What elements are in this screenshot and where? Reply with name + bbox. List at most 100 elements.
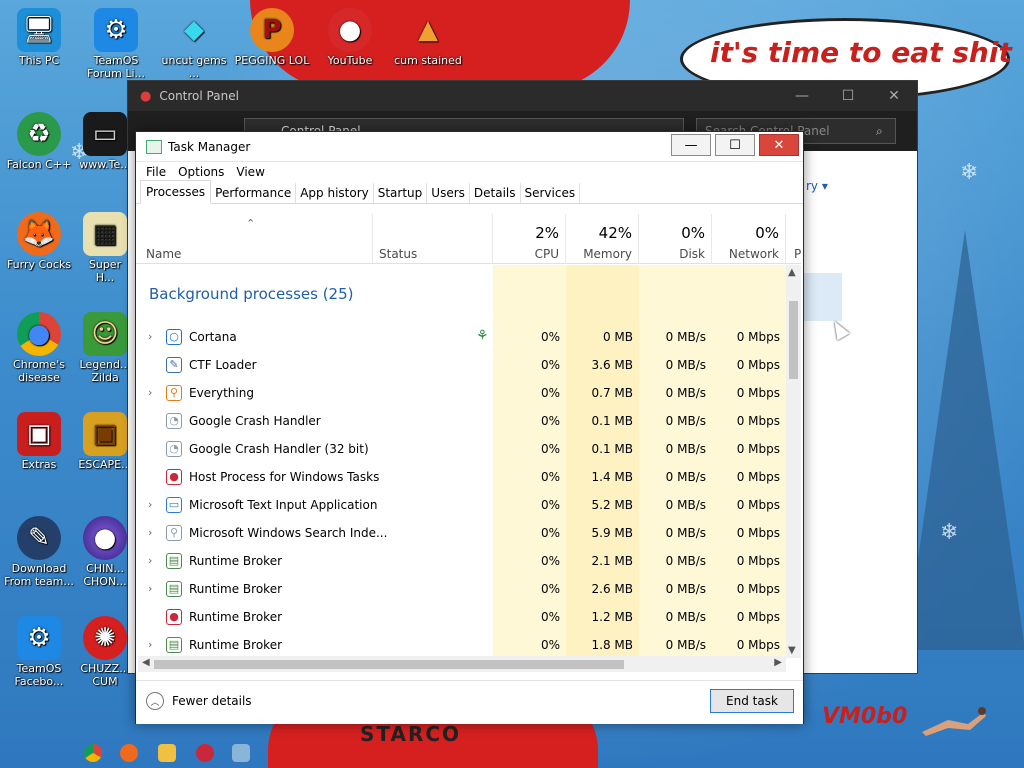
desktop-icon-chrome[interactable]: ● Chrome's disease <box>1 312 77 384</box>
desktop-icon-falcon-cpp[interactable]: ♻ Falcon C++ <box>1 112 77 171</box>
table-row[interactable]: ✎ CTF Loader 0% 3.6 MB 0 MB/s 0 Mbps <box>136 351 786 379</box>
tab-details[interactable]: Details <box>470 183 521 203</box>
column-header-power[interactable]: P <box>786 214 801 264</box>
cpu-total-percent: 2% <box>535 224 559 242</box>
scroll-thumb[interactable] <box>154 660 624 669</box>
pen-icon: ✎ <box>166 357 182 373</box>
table-row[interactable]: › ⚲ Everything 0% 0.7 MB 0 MB/s 0 Mbps <box>136 379 786 407</box>
disk-value: 0 MB/s <box>665 330 706 344</box>
expand-chevron-icon[interactable]: › <box>148 498 152 511</box>
expand-chevron-icon[interactable]: › <box>148 638 152 651</box>
disk-value: 0 MB/s <box>665 442 706 456</box>
table-row[interactable]: › ▤ Runtime Broker 0% 2.6 MB 0 MB/s 0 Mbps <box>136 575 786 603</box>
snowflake-icon: ❄ <box>960 160 979 185</box>
desktop-icon-legend-zilda[interactable]: ☺ Legend... Zilda <box>78 312 132 384</box>
desktop-icon-chuzzle-cum[interactable]: ✺ CHUZZ... CUM <box>78 616 132 688</box>
column-label: P <box>794 247 802 261</box>
column-header-network[interactable]: 0% Network <box>712 214 786 264</box>
scroll-up-icon[interactable]: ▲ <box>788 267 796 278</box>
desktop-icon-www-te[interactable]: ▭ www.Te... <box>78 112 132 171</box>
tab-processes[interactable]: Processes <box>140 180 212 204</box>
end-task-button[interactable]: End task <box>710 689 794 713</box>
close-button[interactable]: ✕ <box>759 134 799 156</box>
expand-chevron-icon[interactable]: › <box>148 582 152 595</box>
scroll-left-icon[interactable]: ◀ <box>142 657 150 668</box>
desktop-icon-cum-stained[interactable]: ▲ cum stained <box>390 8 466 68</box>
table-row[interactable]: › ▤ Runtime Broker 0% 2.1 MB 0 MB/s 0 Mbps <box>136 547 786 575</box>
gear-icon: ⚙ <box>94 8 138 52</box>
desktop-icon-uncut-gems[interactable]: ◆ uncut gems ... <box>156 8 232 81</box>
fewer-details-button[interactable]: ︿ Fewer details <box>146 692 252 710</box>
desktop-icon-youtube[interactable]: ● YouTube <box>312 8 388 67</box>
view-by-link[interactable]: ry ▾ <box>806 179 828 193</box>
table-row[interactable]: › ○ Cortana ⚘ 0% 0 MB 0 MB/s 0 Mbps <box>136 323 786 351</box>
tab-users[interactable]: Users <box>427 183 470 203</box>
expand-chevron-icon[interactable]: › <box>148 330 152 343</box>
table-row[interactable]: ◔ Google Crash Handler 0% 0.1 MB 0 MB/s 0 Mbp… <box>136 407 786 435</box>
table-row[interactable]: › ⚲ Microsoft Windows Search Inde... 0% 5.9 … <box>136 519 786 547</box>
table-row[interactable]: ◔ Google Crash Handler (32 bit) 0% 0.1 MB 0 … <box>136 435 786 463</box>
memory-value: 5.9 MB <box>591 526 633 540</box>
scroll-right-icon[interactable]: ▶ <box>774 657 782 668</box>
menu-view[interactable]: View <box>230 165 270 179</box>
network-value: 0 Mbps <box>736 582 780 596</box>
table-row[interactable]: › ▤ Runtime Broker 0% 1.8 MB 0 MB/s 0 Mbps <box>136 631 786 658</box>
column-header-disk[interactable]: 0% Disk <box>639 214 712 264</box>
desktop-icon-this-pc[interactable]: 🖥 This PC <box>1 8 77 67</box>
vertical-scrollbar[interactable]: ▲ ▼ <box>786 265 801 658</box>
column-label: Disk <box>679 247 705 261</box>
tab-startup[interactable]: Startup <box>374 183 428 203</box>
scroll-thumb[interactable] <box>789 301 798 379</box>
desktop-icon-extras[interactable]: ▣ Extras <box>1 412 77 471</box>
task-manager-titlebar[interactable]: Task Manager — ☐ ✕ <box>136 132 803 162</box>
process-name: Runtime Broker <box>189 554 283 568</box>
column-header-status[interactable]: Status <box>373 214 493 264</box>
window-icon: ▭ <box>83 112 127 156</box>
close-button[interactable]: ✕ <box>871 81 917 111</box>
table-row[interactable]: ● Runtime Broker 0% 1.2 MB 0 MB/s 0 Mbps <box>136 603 786 631</box>
column-label: CPU <box>534 247 559 261</box>
search-user-icon: ⚲ <box>166 525 182 541</box>
maximize-button[interactable]: ☐ <box>825 81 871 111</box>
desktop-icon-super-h[interactable]: ▦ Super H... <box>78 212 132 284</box>
maximize-button[interactable]: ☐ <box>715 134 755 156</box>
cpu-value: 0% <box>540 638 560 652</box>
tab-performance[interactable]: Performance <box>211 183 297 203</box>
scroll-down-icon[interactable]: ▼ <box>788 645 796 656</box>
table-row[interactable]: ● Host Process for Windows Tasks 0% 1.4 MB 0… <box>136 463 786 491</box>
desktop-icon-escape[interactable]: ▣ ESCAPE... <box>78 412 132 471</box>
chrome-taskbar-icon[interactable] <box>84 744 102 762</box>
tab-app-history[interactable]: App history <box>296 183 374 203</box>
desktop-icon-label: www.Te... <box>79 158 131 171</box>
minimize-button[interactable]: — <box>779 81 825 111</box>
column-header-name[interactable]: ⌃ Name <box>136 214 373 264</box>
menu-options[interactable]: Options <box>172 165 230 179</box>
minimize-button[interactable]: — <box>671 134 711 156</box>
christmas-tree-graphic <box>905 230 1024 650</box>
menu-file[interactable]: File <box>140 165 172 179</box>
horizontal-scrollbar[interactable]: ◀ ▶ <box>138 656 786 672</box>
task-manager-taskbar-icon[interactable] <box>232 744 250 762</box>
desktop-icon-label: TeamOS Facebo... <box>14 662 64 688</box>
speech-bubble-text: it's time to eat shit <box>710 36 1012 69</box>
tab-services[interactable]: Services <box>521 183 581 203</box>
firefox-taskbar-icon[interactable] <box>120 744 138 762</box>
desktop-icon-teamos-forum[interactable]: ⚙ TeamOS Forum Li... <box>78 8 154 80</box>
desktop-icon-furry-cocks[interactable]: 🦊 Furry Cocks <box>1 212 77 271</box>
column-header-memory[interactable]: 42% Memory <box>566 214 639 264</box>
desktop-icon-chin-chon[interactable]: ● CHIN... CHON... <box>78 516 132 588</box>
task-manager-window[interactable]: Task Manager — ☐ ✕ File Options View Pro… <box>135 131 804 724</box>
disk-value: 0 MB/s <box>665 358 706 372</box>
expand-chevron-icon[interactable]: › <box>148 554 152 567</box>
table-row[interactable]: › ▭ Microsoft Text Input Application 0% 5.2 … <box>136 491 786 519</box>
desktop-icon-download-from-team[interactable]: ✎ Download From team... <box>1 516 77 588</box>
search-icon: ⌕ <box>876 123 883 138</box>
expand-chevron-icon[interactable]: › <box>148 526 152 539</box>
magnifier-icon: ⚲ <box>166 385 182 401</box>
ruby-taskbar-icon[interactable] <box>196 744 214 762</box>
desktop-icon-pegging-lol[interactable]: P PEGGING LOL <box>234 8 310 67</box>
file-explorer-taskbar-icon[interactable] <box>158 744 176 762</box>
expand-chevron-icon[interactable]: › <box>148 386 152 399</box>
column-header-cpu[interactable]: 2% CPU <box>493 214 566 264</box>
desktop-icon-teamos-facebook[interactable]: ⚙ TeamOS Facebo... <box>1 616 77 688</box>
